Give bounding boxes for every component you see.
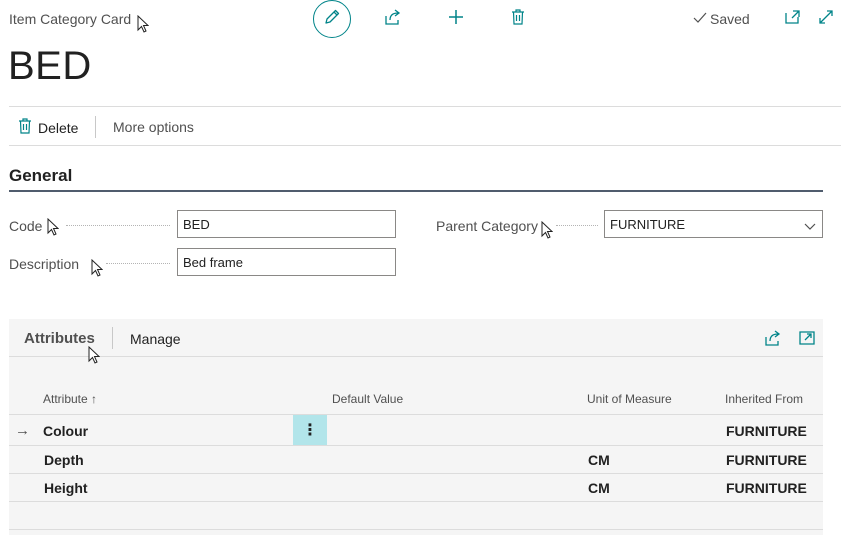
mouse-cursor [88, 346, 100, 364]
field-leader-dots [66, 225, 170, 226]
inherited-from-cell: FURNITURE [726, 452, 807, 468]
column-header-unit-of-measure[interactable]: Unit of Measure [587, 392, 672, 406]
page-type-label: Item Category Card [9, 11, 132, 27]
record-title: BED [8, 44, 92, 88]
unit-of-measure-cell: CM [588, 480, 610, 496]
new-button[interactable] [445, 8, 467, 30]
expand-icon [817, 8, 835, 31]
delete-record-button[interactable] [507, 8, 529, 30]
grid-divider [9, 445, 823, 446]
unit-of-measure-cell: CM [588, 452, 610, 468]
trash-icon [18, 118, 32, 137]
more-options-button[interactable]: More options [113, 119, 194, 135]
expand-button[interactable] [815, 8, 837, 30]
action-separator [95, 116, 96, 138]
selected-row-arrow-icon: → [15, 422, 30, 439]
field-leader-dots [106, 263, 170, 264]
share-icon [384, 8, 402, 31]
inherited-from-cell: FURNITURE [726, 480, 807, 496]
attributes-panel: Attributes Manage Attribute ↑ Default Va… [9, 319, 823, 535]
inherited-from-cell: FURNITURE [726, 423, 807, 439]
open-new-window-button[interactable] [782, 8, 804, 30]
column-header-default-value[interactable]: Default Value [332, 392, 403, 406]
action-bar: Delete More options [9, 106, 841, 146]
open-in-new-window-icon [784, 8, 802, 31]
row-actions-menu-icon[interactable]: ⋮ [293, 415, 327, 445]
attributes-title[interactable]: Attributes [24, 330, 95, 347]
attribute-cell[interactable]: Depth [44, 452, 84, 468]
save-status: Saved [693, 11, 750, 27]
section-divider [9, 190, 823, 192]
attribute-cell[interactable]: Colour [43, 423, 88, 439]
mouse-cursor [541, 221, 553, 239]
trash-icon [510, 8, 526, 31]
attributes-header: Attributes Manage [9, 319, 823, 364]
open-in-new-window-icon[interactable] [798, 329, 818, 349]
manage-button[interactable]: Manage [130, 331, 181, 347]
description-field[interactable] [177, 248, 396, 276]
pencil-icon [323, 8, 341, 31]
share-icon[interactable] [764, 329, 784, 349]
parent-category-label: Parent Category [436, 218, 538, 234]
plus-icon [447, 8, 465, 31]
mouse-cursor [47, 218, 59, 236]
mouse-cursor [137, 15, 149, 33]
column-header-inherited-from[interactable]: Inherited From [725, 392, 803, 406]
delete-button[interactable]: Delete [18, 118, 78, 137]
field-leader-dots [556, 225, 598, 226]
grid-divider [9, 529, 823, 530]
parent-category-value: FURNITURE [610, 217, 686, 232]
top-bar: Item Category Card Saved [0, 0, 866, 40]
grid-divider [9, 414, 823, 415]
code-field[interactable] [177, 210, 396, 238]
edit-button[interactable] [313, 0, 351, 38]
column-header-attribute[interactable]: Attribute ↑ [43, 392, 97, 406]
section-title-general: General [9, 166, 73, 185]
grid-divider [9, 501, 823, 502]
attribute-cell[interactable]: Height [44, 480, 88, 496]
checkmark-icon [693, 11, 707, 27]
code-label: Code [9, 218, 43, 234]
save-status-text: Saved [710, 11, 750, 27]
mouse-cursor [91, 259, 103, 277]
share-button[interactable] [382, 8, 404, 30]
header-separator [112, 327, 113, 349]
delete-button-label: Delete [38, 119, 79, 136]
parent-category-select[interactable]: FURNITURE [604, 210, 823, 238]
description-label: Description [9, 256, 80, 272]
chevron-down-icon [804, 219, 816, 234]
grid-divider [9, 473, 823, 474]
